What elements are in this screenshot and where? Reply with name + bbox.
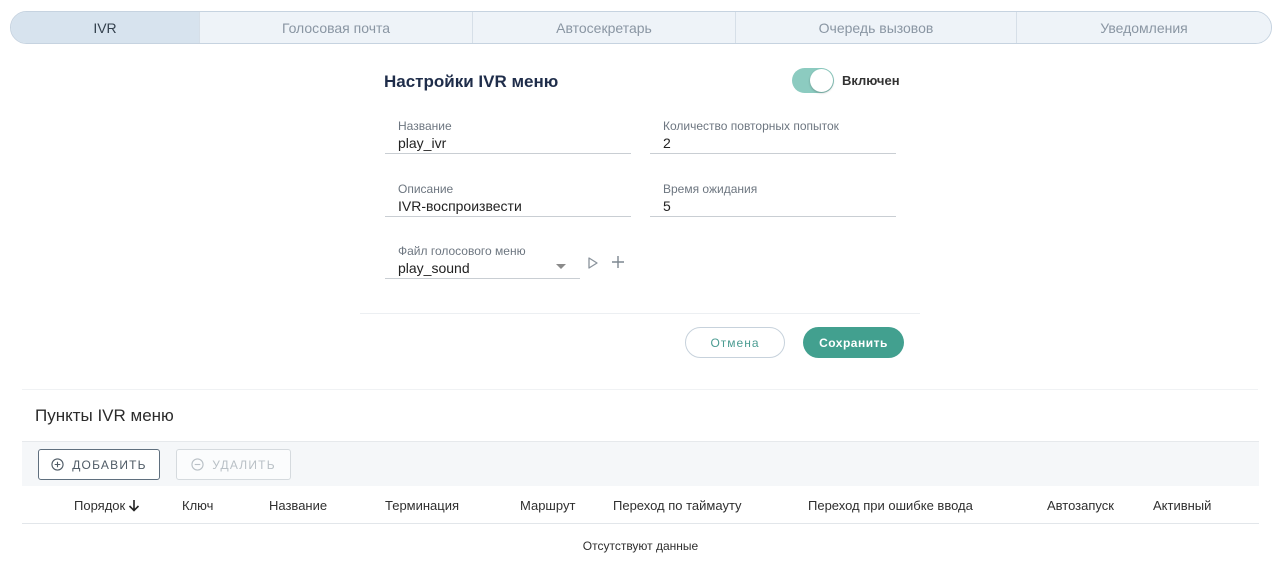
- description-field-value[interactable]: IVR-воспроизвести: [398, 198, 522, 214]
- column-order-label: Порядок: [74, 498, 126, 513]
- plus-icon[interactable]: [611, 255, 625, 269]
- tab-call-queue[interactable]: Очередь вызовов: [736, 12, 1017, 43]
- name-field-value[interactable]: play_ivr: [398, 135, 446, 151]
- settings-divider: [360, 313, 920, 314]
- table-header: Порядок Ключ Название Терминация Маршрут…: [22, 486, 1259, 524]
- timeout-field-value[interactable]: 5: [663, 198, 671, 214]
- voice-file-select[interactable]: Файл голосового меню play_sound: [385, 239, 580, 279]
- column-name[interactable]: Название: [269, 498, 327, 513]
- menu-items-title: Пункты IVR меню: [35, 406, 174, 425]
- tab-notifications[interactable]: Уведомления: [1017, 12, 1271, 43]
- enabled-toggle-label: Включен: [842, 73, 900, 88]
- add-circle-icon: [51, 458, 64, 471]
- column-key[interactable]: Ключ: [182, 498, 213, 513]
- add-button[interactable]: ДОБАВИТЬ: [38, 449, 160, 480]
- retries-field[interactable]: Количество повторных попыток 2: [650, 114, 896, 154]
- empty-state-text: Отсутствуют данные: [582, 539, 699, 553]
- ivr-settings-panel: Настройки IVR меню Включен Название play…: [360, 56, 920, 314]
- column-error-transition[interactable]: Переход при ошибке ввода: [808, 498, 973, 513]
- description-field-label: Описание: [398, 182, 454, 196]
- voice-file-label: Файл голосового меню: [398, 244, 526, 258]
- add-button-label: ДОБАВИТЬ: [72, 457, 147, 472]
- description-field[interactable]: Описание IVR-воспроизвести: [385, 177, 631, 217]
- column-order[interactable]: Порядок: [74, 498, 140, 513]
- voice-file-value: play_sound: [398, 260, 470, 276]
- retries-field-label: Количество повторных попыток: [663, 119, 839, 133]
- column-autostart[interactable]: Автозапуск: [1047, 498, 1114, 513]
- table-toolbar: ДОБАВИТЬ УДАЛИТЬ: [22, 441, 1259, 486]
- tab-ivr[interactable]: IVR: [11, 12, 200, 43]
- timeout-field[interactable]: Время ожидания 5: [650, 177, 896, 217]
- retries-field-value[interactable]: 2: [663, 135, 671, 151]
- tab-bar: IVR Голосовая почта Автосекретарь Очеред…: [10, 11, 1272, 44]
- tab-auto-attendant[interactable]: Автосекретарь: [473, 12, 736, 43]
- cancel-button[interactable]: Отмена: [685, 327, 785, 358]
- remove-circle-icon: [191, 458, 204, 471]
- name-field[interactable]: Название play_ivr: [385, 114, 631, 154]
- sort-arrow-down-icon[interactable]: [128, 499, 140, 512]
- column-termination[interactable]: Терминация: [385, 498, 459, 513]
- timeout-field-label: Время ожидания: [663, 182, 758, 196]
- play-icon[interactable]: [587, 256, 599, 270]
- name-field-label: Название: [398, 119, 452, 133]
- column-timeout-transition[interactable]: Переход по таймауту: [613, 498, 742, 513]
- column-route[interactable]: Маршрут: [520, 498, 575, 513]
- delete-button-label: УДАЛИТЬ: [212, 457, 276, 472]
- column-active[interactable]: Активный: [1153, 498, 1211, 513]
- delete-button: УДАЛИТЬ: [176, 449, 291, 480]
- section-divider: [22, 389, 1258, 390]
- chevron-down-icon[interactable]: [556, 264, 566, 269]
- enabled-toggle[interactable]: [792, 68, 834, 93]
- tab-voicemail[interactable]: Голосовая почта: [200, 12, 473, 43]
- save-button[interactable]: Сохранить: [803, 327, 904, 358]
- settings-title: Настройки IVR меню: [384, 72, 559, 91]
- toggle-knob: [810, 69, 833, 92]
